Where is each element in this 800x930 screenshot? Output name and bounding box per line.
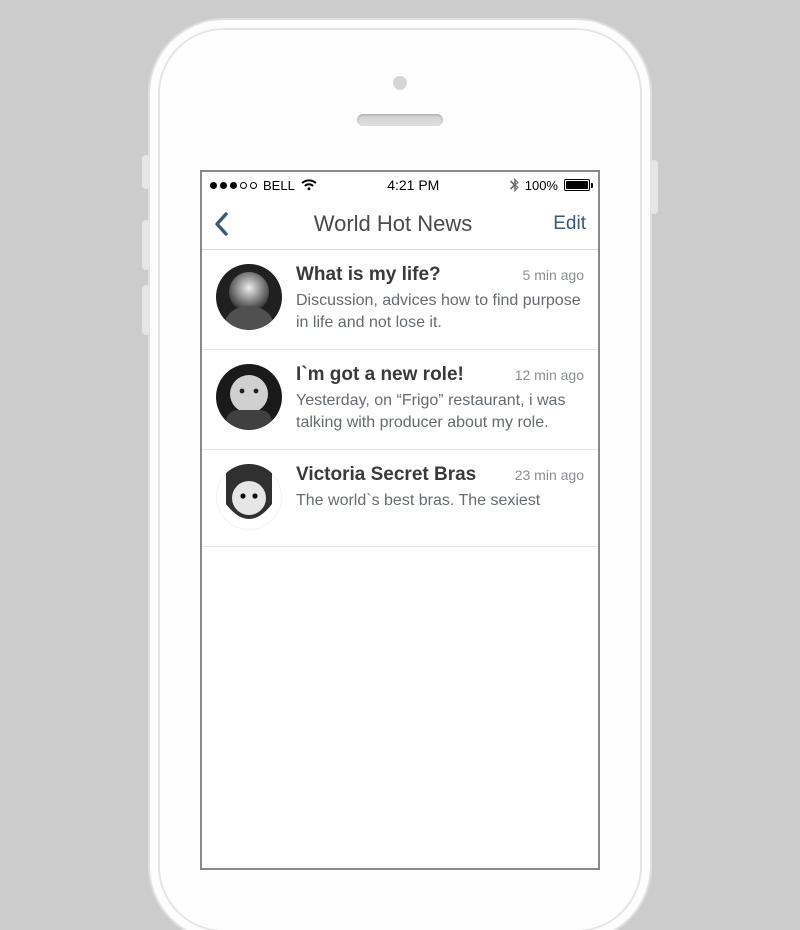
item-title: Victoria Secret Bras	[296, 464, 476, 486]
signal-strength-icon	[210, 182, 257, 189]
bluetooth-icon	[510, 178, 519, 192]
page-title: World Hot News	[314, 211, 473, 237]
nav-bar: World Hot News Edit	[202, 198, 598, 250]
list-item[interactable]: I`m got a new role! 12 min ago Yesterday…	[202, 350, 598, 450]
status-left: BELL	[210, 178, 317, 193]
mute-switch	[142, 155, 150, 189]
item-title: What is my life?	[296, 264, 441, 286]
avatar	[216, 264, 282, 330]
battery-icon	[564, 179, 590, 191]
item-title: I`m got a new role!	[296, 364, 464, 386]
list-item[interactable]: Victoria Secret Bras 23 min ago The worl…	[202, 450, 598, 547]
back-button[interactable]	[214, 212, 246, 236]
volume-down-button	[142, 285, 150, 335]
carrier-label: BELL	[263, 178, 295, 193]
item-time: 23 min ago	[515, 467, 584, 483]
status-bar: BELL 4:21 PM 100%	[202, 172, 598, 198]
status-time: 4:21 PM	[387, 177, 439, 193]
item-time: 5 min ago	[523, 267, 584, 283]
news-list[interactable]: What is my life? 5 min ago Discussion, a…	[202, 250, 598, 547]
list-item[interactable]: What is my life? 5 min ago Discussion, a…	[202, 250, 598, 350]
avatar	[216, 464, 282, 530]
volume-up-button	[142, 220, 150, 270]
status-right: 100%	[510, 178, 590, 193]
edit-button[interactable]: Edit	[540, 213, 586, 235]
power-button	[650, 160, 658, 214]
item-desc: The world`s best bras. The sexiest	[296, 490, 584, 512]
battery-percent: 100%	[525, 178, 558, 193]
item-desc: Discussion, advices how to find purpose …	[296, 290, 584, 333]
avatar	[216, 364, 282, 430]
chevron-left-icon	[214, 212, 229, 236]
front-camera	[393, 76, 407, 90]
wifi-icon	[301, 179, 317, 191]
phone-frame: BELL 4:21 PM 100%	[160, 30, 640, 930]
item-desc: Yesterday, on “Frigo” restaurant, i was …	[296, 390, 584, 433]
earpiece-speaker	[357, 114, 443, 126]
screen: BELL 4:21 PM 100%	[200, 170, 600, 870]
item-time: 12 min ago	[515, 367, 584, 383]
